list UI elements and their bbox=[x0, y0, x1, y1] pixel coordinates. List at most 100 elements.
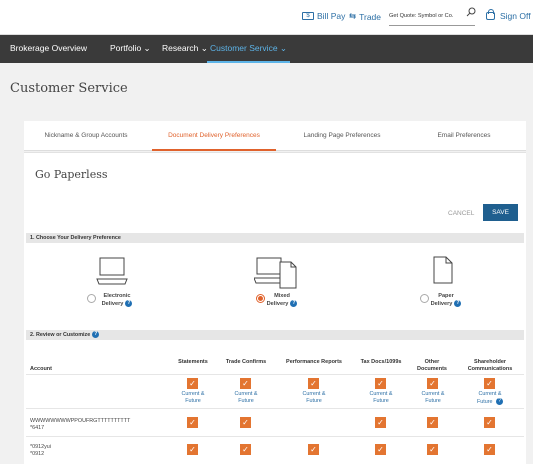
card-title: Go Paperless bbox=[35, 168, 108, 181]
freq-line2: Future bbox=[373, 398, 389, 404]
help-icon[interactable]: ? bbox=[454, 300, 462, 308]
nav-portfolio[interactable]: Portfolio ⌄ bbox=[110, 35, 151, 63]
quote-search-input[interactable]: Get Quote: Symbol or Co. bbox=[389, 7, 475, 26]
frequency-link[interactable]: Current & Future bbox=[226, 391, 266, 405]
row2-tax-docs-checkbox[interactable]: ✓ bbox=[375, 444, 386, 455]
account-name: WWWWWWWWPPOUFRGTTTTTTTTTT *6417 bbox=[30, 418, 130, 432]
trade-link[interactable]: ⇆ Trade bbox=[349, 11, 381, 22]
sign-off-label: Sign Off bbox=[500, 11, 531, 21]
utility-bar: $ Bill Pay ⇆ Trade Get Quote: Symbol or … bbox=[0, 0, 533, 35]
row1-shareholder-checkbox[interactable]: ✓ bbox=[484, 417, 495, 428]
row-divider bbox=[26, 436, 524, 437]
bill-pay-link[interactable]: $ Bill Pay bbox=[302, 11, 345, 21]
nav-brokerage-overview[interactable]: Brokerage Overview bbox=[10, 35, 87, 63]
main-nav: Brokerage Overview Portfolio ⌄ Research … bbox=[0, 35, 533, 63]
header-line2: Documents bbox=[417, 366, 447, 372]
row-divider bbox=[26, 374, 524, 375]
freq-line2: Future bbox=[306, 398, 322, 404]
select-all-tax-docs-checkbox[interactable]: ✓ bbox=[375, 378, 386, 389]
header-line2: Trade Confirms bbox=[225, 359, 267, 365]
mixed-delivery-icon bbox=[253, 257, 298, 294]
section-review-customize: 2. Review or Customize? bbox=[26, 330, 524, 340]
freq-line1: Current & bbox=[478, 391, 502, 397]
save-button[interactable]: SAVE bbox=[483, 204, 518, 221]
row2-shareholder-checkbox[interactable]: ✓ bbox=[484, 444, 495, 455]
frequency-link[interactable]: Current & Future ? bbox=[470, 391, 510, 406]
row2-statements-checkbox[interactable]: ✓ bbox=[187, 444, 198, 455]
sign-off-link[interactable]: Sign Off bbox=[486, 9, 531, 21]
search-icon[interactable] bbox=[466, 7, 476, 20]
account-name: *0912yui *0912 bbox=[30, 444, 51, 458]
paper-document-icon bbox=[433, 256, 453, 289]
select-all-performance-reports-checkbox[interactable]: ✓ bbox=[308, 378, 319, 389]
row1-statements-checkbox[interactable]: ✓ bbox=[187, 417, 198, 428]
help-icon[interactable]: ? bbox=[92, 331, 100, 339]
paper-label-line2: Delivery bbox=[430, 301, 453, 307]
frequency-link[interactable]: Current & Future bbox=[361, 391, 401, 405]
mixed-label-line1: Mixed bbox=[274, 293, 290, 299]
account-line2: *6417 bbox=[30, 425, 45, 431]
header-line2: Statements bbox=[178, 359, 208, 365]
bill-pay-label: Bill Pay bbox=[317, 11, 346, 21]
header-line1: Other bbox=[424, 359, 440, 365]
tab-landing-page-preferences[interactable]: Landing Page Preferences bbox=[280, 121, 404, 151]
column-header-account: Account bbox=[30, 366, 52, 372]
paper-delivery-label: Paper Delivery? bbox=[429, 292, 463, 308]
bill-pay-icon: $ bbox=[302, 12, 314, 20]
section-delivery-preference: 1. Choose Your Delivery Preference bbox=[26, 233, 524, 243]
section-review-label: 2. Review or Customize bbox=[30, 332, 91, 338]
select-all-other-documents-checkbox[interactable]: ✓ bbox=[427, 378, 438, 389]
page-content: Customer Service Nickname & Group Accoun… bbox=[0, 63, 533, 464]
computer-icon bbox=[96, 257, 128, 292]
cancel-button[interactable]: CANCEL bbox=[448, 210, 474, 217]
electronic-delivery-label: Electronic Delivery? bbox=[100, 292, 134, 308]
account-line1: *0912yui bbox=[30, 444, 51, 450]
mixed-delivery-radio[interactable] bbox=[256, 294, 265, 303]
frequency-link[interactable]: Current & Future bbox=[173, 391, 213, 405]
row2-trade-confirms-checkbox[interactable]: ✓ bbox=[240, 444, 251, 455]
column-header-performance-reports: Performance Reports bbox=[283, 359, 345, 366]
row2-other-documents-checkbox[interactable]: ✓ bbox=[427, 444, 438, 455]
row1-trade-confirms-checkbox[interactable]: ✓ bbox=[240, 417, 251, 428]
tab-document-delivery-preferences[interactable]: Document Delivery Preferences bbox=[152, 121, 276, 151]
nav-customer-service[interactable]: Customer Service ⌄ bbox=[207, 35, 291, 63]
trade-label: Trade bbox=[359, 11, 382, 22]
select-all-statements-checkbox[interactable]: ✓ bbox=[187, 378, 198, 389]
freq-line1: Current & bbox=[369, 391, 393, 397]
page-title: Customer Service bbox=[10, 81, 128, 96]
row2-performance-reports-checkbox[interactable]: ✓ bbox=[308, 444, 319, 455]
row-divider bbox=[26, 408, 524, 409]
freq-line1: Current & bbox=[181, 391, 205, 397]
column-header-other-documents: Other Documents bbox=[407, 359, 457, 373]
paper-label-line1: Paper bbox=[438, 293, 454, 299]
paper-delivery-radio[interactable] bbox=[420, 294, 429, 303]
header-line2: Communications bbox=[467, 366, 513, 372]
electronic-label-line2: Delivery bbox=[101, 301, 124, 307]
go-paperless-card: Go Paperless CANCEL SAVE 1. Choose Your … bbox=[24, 152, 526, 464]
column-header-tax-docs: Tax Docs/1099s bbox=[355, 359, 407, 366]
tab-nickname-group-accounts[interactable]: Nickname & Group Accounts bbox=[24, 121, 148, 151]
select-all-shareholder-checkbox[interactable]: ✓ bbox=[484, 378, 495, 389]
tab-email-preferences[interactable]: Email Preferences bbox=[402, 121, 526, 151]
header-line2: Performance Reports bbox=[286, 359, 342, 365]
row1-tax-docs-checkbox[interactable]: ✓ bbox=[375, 417, 386, 428]
mixed-label-line2: Delivery bbox=[266, 301, 289, 307]
freq-line2: Future bbox=[238, 398, 254, 404]
select-all-trade-confirms-checkbox[interactable]: ✓ bbox=[240, 378, 251, 389]
account-line2: *0912 bbox=[30, 451, 45, 457]
nav-research[interactable]: Research ⌄ bbox=[162, 35, 208, 63]
freq-line2: Future bbox=[425, 398, 441, 404]
frequency-link[interactable]: Current & Future bbox=[413, 391, 453, 405]
trade-icon: ⇆ bbox=[349, 11, 357, 21]
help-icon[interactable]: ? bbox=[290, 300, 298, 308]
help-icon[interactable]: ? bbox=[496, 398, 504, 405]
frequency-link[interactable]: Current & Future bbox=[294, 391, 334, 405]
lock-icon bbox=[486, 9, 495, 20]
electronic-delivery-radio[interactable] bbox=[87, 294, 96, 303]
row1-other-documents-checkbox[interactable]: ✓ bbox=[427, 417, 438, 428]
help-icon[interactable]: ? bbox=[125, 300, 133, 308]
freq-line1: Current & bbox=[421, 391, 445, 397]
freq-line2: Future bbox=[476, 398, 493, 405]
column-header-shareholder-communications: Shareholder Communications bbox=[461, 359, 519, 373]
tab-bar: Nickname & Group Accounts Document Deliv… bbox=[24, 121, 526, 151]
